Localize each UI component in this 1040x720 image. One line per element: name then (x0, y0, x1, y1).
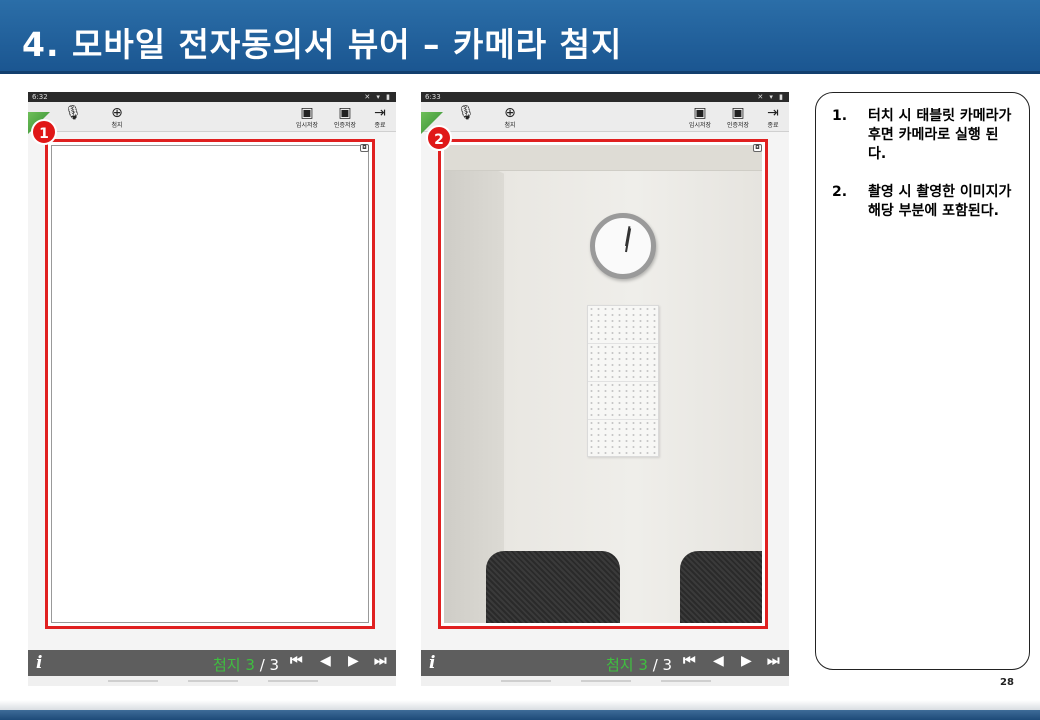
microphone-icon: 🎙 (64, 105, 82, 121)
first-page-icon[interactable]: ⏮ (683, 653, 696, 669)
temp-save-label: 임시저장 (688, 122, 712, 129)
slide-page-number: 28 (1000, 677, 1014, 688)
info-icon[interactable]: i (429, 653, 435, 673)
title-underline (0, 71, 1040, 74)
exit-button[interactable]: ⇥ 종료 (758, 104, 788, 129)
step-text: 촬영 시 촬영한 이미지가 해당 부분에 포함된다. (868, 184, 1012, 219)
slide: 4. 모바일 전자동의서 뷰어 – 카메라 첨지 6:32 ✕ ▾ ▮ 🎙 ⊕ … (0, 0, 1040, 720)
android-nav-strip (421, 676, 789, 686)
exit-label: 종료 (767, 122, 779, 129)
next-page-icon[interactable]: ▶ (348, 653, 359, 669)
page-indicator: 첨지 3 / 3 (606, 654, 672, 675)
last-page-icon[interactable]: ⏭ (767, 653, 780, 669)
microphone-button[interactable]: 🎙 (451, 104, 481, 122)
instruction-box: 1. 터치 시 태블릿 카메라가 후면 카메라로 실행 된다. 2. 촬영 시 … (815, 92, 1030, 670)
photo-chair-left (486, 551, 620, 623)
page-nav-bar: i 첨지 3 / 3 ⏮ ◀ ▶ ⏭ (421, 650, 789, 676)
status-time: 6:32 (32, 93, 48, 101)
status-icons: ✕ ▾ ▮ (757, 93, 785, 101)
step-number: 2. (832, 184, 848, 200)
temp-save-button[interactable]: ▣ 임시저장 (292, 104, 322, 129)
camera-corner-icon[interactable]: ◘ (360, 144, 369, 152)
camera-corner-icon[interactable]: ◘ (753, 144, 762, 152)
page-indicator: 첨지 3 / 3 (213, 654, 279, 675)
cert-save-label: 인증저장 (333, 122, 357, 129)
total-pages: / 3 (254, 656, 280, 674)
footer-bar (0, 710, 1040, 720)
status-bar: 6:33 ✕ ▾ ▮ (421, 92, 789, 102)
attach-page-icon: ⊕ (111, 105, 123, 121)
cert-save-icon: ▣ (338, 105, 352, 121)
microphone-icon: 🎙 (457, 105, 475, 121)
attachment-page-area[interactable]: ◘ (438, 139, 768, 629)
viewer-toolbar: 🎙 ⊕ 첨지 ▣ 임시저장 ▣ 인증저장 ⇥ 종료 (421, 102, 789, 134)
phone-screenshot-camera: 6:33 ✕ ▾ ▮ 🎙 ⊕ 첨지 ▣ 임시저장 ▣ 인증저장 ⇥ 종료 ◘ 2… (421, 92, 789, 686)
photo-wall-clock (590, 213, 656, 279)
exit-icon: ⇥ (767, 105, 779, 121)
attach-button[interactable]: ⊕ 첨지 (495, 104, 525, 129)
blank-page[interactable] (51, 145, 369, 623)
last-page-icon[interactable]: ⏭ (374, 653, 387, 669)
attach-button[interactable]: ⊕ 첨지 (102, 104, 132, 129)
temp-save-label: 임시저장 (295, 122, 319, 129)
cert-save-icon: ▣ (731, 105, 745, 121)
photo-wall-calendar (587, 305, 659, 458)
first-page-icon[interactable]: ⏮ (290, 653, 303, 669)
footer-shadow (0, 700, 1040, 710)
camera-photo (444, 145, 762, 623)
cert-save-button[interactable]: ▣ 인증저장 (723, 104, 753, 129)
current-page-label: 첨지 3 (606, 656, 648, 674)
page-nav-bar: i 첨지 3 / 3 ⏮ ◀ ▶ ⏭ (28, 650, 396, 676)
microphone-button[interactable]: 🎙 (58, 104, 88, 122)
step-badge-1: 1 (31, 119, 57, 145)
step-text: 터치 시 태블릿 카메라가 후면 카메라로 실행 된다. (868, 108, 1012, 162)
attach-label: 첨지 (504, 122, 516, 129)
android-nav-strip (28, 676, 396, 686)
save-icon: ▣ (693, 105, 707, 121)
exit-button[interactable]: ⇥ 종료 (365, 104, 395, 129)
attach-page-icon: ⊕ (504, 105, 516, 121)
current-page-label: 첨지 3 (213, 656, 255, 674)
slide-title: 4. 모바일 전자동의서 뷰어 – 카메라 첨지 (22, 25, 623, 64)
prev-page-icon[interactable]: ◀ (713, 653, 724, 669)
next-page-icon[interactable]: ▶ (741, 653, 752, 669)
info-icon[interactable]: i (36, 653, 42, 673)
photo-side-wall (444, 145, 504, 623)
phone-screenshot-blank: 6:32 ✕ ▾ ▮ 🎙 ⊕ 첨지 ▣ 임시저장 ▣ 인증저장 ⇥ 종료 ◘ 1… (28, 92, 396, 686)
save-icon: ▣ (300, 105, 314, 121)
title-bar: 4. 모바일 전자동의서 뷰어 – 카메라 첨지 (0, 0, 1040, 74)
photo-ceiling (444, 145, 762, 171)
attachment-page-area[interactable]: ◘ (45, 139, 375, 629)
temp-save-button[interactable]: ▣ 임시저장 (685, 104, 715, 129)
status-time: 6:33 (425, 93, 441, 101)
photo-chair-right (680, 551, 762, 623)
cert-save-button[interactable]: ▣ 인증저장 (330, 104, 360, 129)
status-icons: ✕ ▾ ▮ (364, 93, 392, 101)
exit-label: 종료 (374, 122, 386, 129)
total-pages: / 3 (647, 656, 673, 674)
viewer-toolbar: 🎙 ⊕ 첨지 ▣ 임시저장 ▣ 인증저장 ⇥ 종료 (28, 102, 396, 134)
instruction-step-1: 1. 터치 시 태블릿 카메라가 후면 카메라로 실행 된다. (832, 107, 1015, 164)
step-number: 1. (832, 108, 848, 124)
exit-icon: ⇥ (374, 105, 386, 121)
attach-label: 첨지 (111, 122, 123, 129)
instruction-step-2: 2. 촬영 시 촬영한 이미지가 해당 부분에 포함된다. (832, 183, 1015, 221)
status-bar: 6:32 ✕ ▾ ▮ (28, 92, 396, 102)
step-badge-2: 2 (426, 125, 452, 151)
prev-page-icon[interactable]: ◀ (320, 653, 331, 669)
cert-save-label: 인증저장 (726, 122, 750, 129)
